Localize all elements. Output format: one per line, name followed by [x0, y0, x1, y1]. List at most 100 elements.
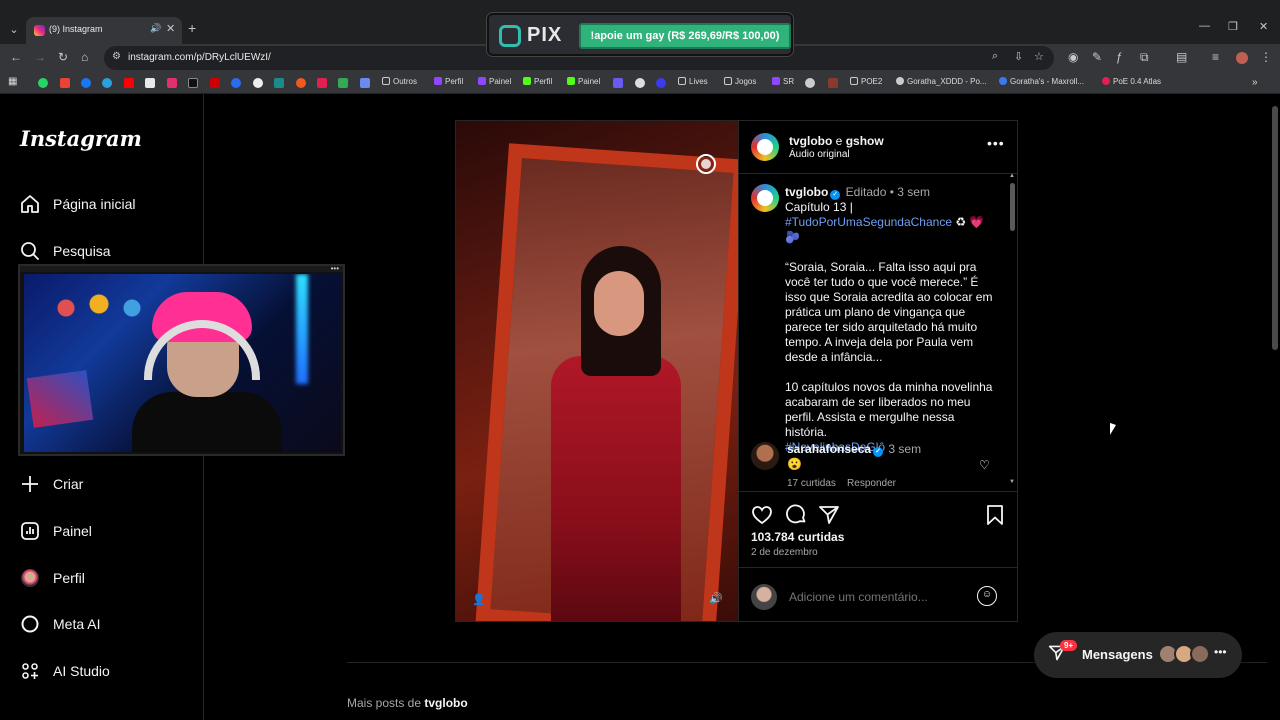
coauthor-username[interactable]: gshow — [846, 134, 884, 148]
extension-pen-icon[interactable]: ✎ — [1092, 50, 1102, 64]
whatsapp-icon[interactable] — [38, 78, 48, 88]
comment-input[interactable] — [789, 590, 969, 604]
bookmark-pink-icon[interactable] — [317, 78, 327, 88]
post-video[interactable]: 👤 🔊 — [456, 121, 738, 621]
comment-username[interactable]: sarahafonseca — [787, 442, 871, 456]
bookmark-jogos[interactable]: Jogos — [724, 77, 756, 86]
messages-button[interactable]: 9+ Mensagens ••• — [1034, 632, 1242, 678]
apps-grid-icon[interactable]: ▦ — [8, 76, 17, 87]
browser-menu-icon[interactable]: ⋮ — [1260, 50, 1272, 64]
bookmark-poe-atlas[interactable]: PoE 0.4 Atlas — [1102, 77, 1161, 86]
bookmark-perfil-kick[interactable]: Perfil — [523, 77, 552, 86]
share-icon[interactable] — [818, 504, 840, 526]
bookmark-maxroll[interactable]: Goratha's - Maxroll... — [999, 77, 1084, 86]
bookmark-purple-icon[interactable] — [613, 78, 623, 88]
comment-like-icon[interactable]: ♡ — [979, 458, 990, 472]
save-icon[interactable] — [984, 504, 1006, 526]
bookmark-red-icon[interactable] — [210, 78, 220, 88]
sidebar-item-ai-studio[interactable]: AI Studio — [20, 659, 110, 683]
scroll-up-icon[interactable]: ▲ — [1009, 173, 1015, 179]
tab-search-button[interactable]: ⌄ — [4, 20, 24, 40]
sidebar-item-label: Perfil — [53, 570, 85, 586]
scroll-thumb[interactable] — [1010, 183, 1015, 231]
bookmark-goratha[interactable]: Goratha_XDDD - Po... — [896, 77, 987, 86]
extensions-puzzle-icon[interactable]: ⧉ — [1140, 50, 1149, 65]
extension-camera-icon[interactable]: ◉ — [1068, 50, 1078, 64]
bookmark-outros[interactable]: Outros — [382, 77, 417, 86]
comment-avatar[interactable] — [751, 442, 779, 470]
tagged-user-icon[interactable]: 👤 — [472, 593, 486, 606]
comments-scrollbar[interactable]: ▲ ▼ — [1009, 173, 1017, 491]
contact-avatar — [1190, 644, 1210, 664]
bookmark-star-icon[interactable]: ☆ — [1034, 50, 1044, 63]
youtube-icon[interactable] — [124, 78, 134, 88]
bookmark-teal-icon[interactable] — [274, 78, 284, 88]
hashtag-link[interactable]: #TudoPorUmaSegundaChance — [785, 215, 952, 229]
comment-icon[interactable] — [785, 504, 807, 526]
tiktok-icon[interactable] — [188, 78, 198, 88]
bookmark-blue-icon[interactable] — [231, 78, 241, 88]
bookmark-poe-icon[interactable] — [828, 78, 838, 88]
gmail-icon[interactable] — [60, 78, 70, 88]
close-window-button[interactable]: ✕ — [1259, 20, 1268, 33]
minimize-button[interactable]: — — [1199, 20, 1210, 32]
bookmarks-overflow-icon[interactable]: » — [1252, 77, 1258, 88]
bookmark-lives[interactable]: Lives — [678, 77, 708, 86]
zoom-icon[interactable]: ⌕ — [992, 50, 998, 63]
author-avatar[interactable] — [751, 133, 779, 161]
emoji-icon[interactable]: ☺ — [977, 586, 997, 606]
bookmark-star-blue-icon[interactable] — [360, 78, 370, 88]
sidebar-item-dashboard[interactable]: Painel — [20, 519, 92, 543]
bookmark-painel-twitch[interactable]: Painel — [478, 77, 511, 86]
facebook-icon[interactable] — [81, 78, 91, 88]
author-username[interactable]: tvglobo — [789, 134, 832, 148]
maximize-button[interactable]: ❐ — [1228, 20, 1238, 33]
bookmark-skull-icon[interactable] — [805, 78, 815, 88]
browser-profile-avatar[interactable] — [1236, 52, 1248, 64]
caption-username[interactable]: tvglobo — [785, 185, 828, 199]
new-tab-button[interactable]: + — [188, 20, 196, 36]
sidebar-item-search[interactable]: Pesquisa — [20, 239, 111, 263]
extension-script-icon[interactable]: ƒ — [1116, 50, 1123, 64]
page-scroll-thumb[interactable] — [1272, 106, 1278, 350]
bookmark-orange-icon[interactable] — [296, 78, 306, 88]
scroll-down-icon[interactable]: ▼ — [1009, 479, 1015, 485]
comment-likes[interactable]: 17 curtidas — [787, 478, 836, 488]
bookmark-white-icon[interactable] — [253, 78, 263, 88]
forward-icon[interactable]: → — [34, 50, 46, 64]
sidebar-item-create[interactable]: Criar — [20, 472, 83, 496]
back-icon[interactable]: ← — [10, 50, 22, 64]
bookmark-u-icon[interactable] — [656, 78, 666, 88]
more-posts-user[interactable]: tvglobo — [424, 696, 467, 710]
page-scrollbar[interactable] — [1270, 94, 1280, 720]
sidebar-item-profile[interactable]: Perfil — [20, 566, 85, 590]
volume-icon[interactable]: 🔊 — [709, 592, 723, 605]
drive-icon[interactable] — [338, 78, 348, 88]
home-browser-icon[interactable]: ⌂ — [81, 50, 88, 64]
x-icon[interactable] — [145, 78, 155, 88]
site-info-icon[interactable]: ⚙ — [112, 51, 121, 62]
telegram-icon[interactable] — [102, 78, 112, 88]
caption-avatar[interactable] — [751, 184, 779, 212]
tab-close-icon[interactable]: ✕ — [166, 22, 175, 35]
bookmark-sr[interactable]: SR — [772, 77, 794, 86]
bookmark-perfil-twitch[interactable]: Perfil — [434, 77, 463, 86]
instagram-bookmark-icon[interactable] — [167, 78, 177, 88]
sidebar-item-meta-ai[interactable]: Meta AI — [20, 612, 100, 636]
likes-count[interactable]: 103.784 curtidas — [751, 530, 844, 544]
bookmark-circle-icon[interactable] — [635, 78, 645, 88]
browser-tab[interactable]: (9) Instagram 🔊 ✕ — [26, 17, 182, 44]
side-panel-icon[interactable]: ▤ — [1176, 50, 1187, 64]
reload-icon[interactable]: ↻ — [58, 50, 68, 64]
reply-button[interactable]: Responder — [847, 478, 896, 488]
like-icon[interactable] — [751, 504, 773, 526]
media-controls-icon[interactable]: ≡ — [1212, 50, 1219, 64]
bookmark-poe2[interactable]: POE2 — [850, 77, 882, 86]
tab-audio-icon[interactable]: 🔊 — [150, 23, 161, 34]
sidebar-item-home[interactable]: Página inicial — [20, 192, 136, 216]
install-icon[interactable]: ⇩ — [1014, 50, 1023, 63]
instagram-logo[interactable]: Instagram — [20, 126, 142, 151]
audio-label[interactable]: Áudio original — [789, 149, 850, 160]
bookmark-painel-kick[interactable]: Painel — [567, 77, 600, 86]
more-options-icon[interactable]: ••• — [987, 135, 1005, 151]
